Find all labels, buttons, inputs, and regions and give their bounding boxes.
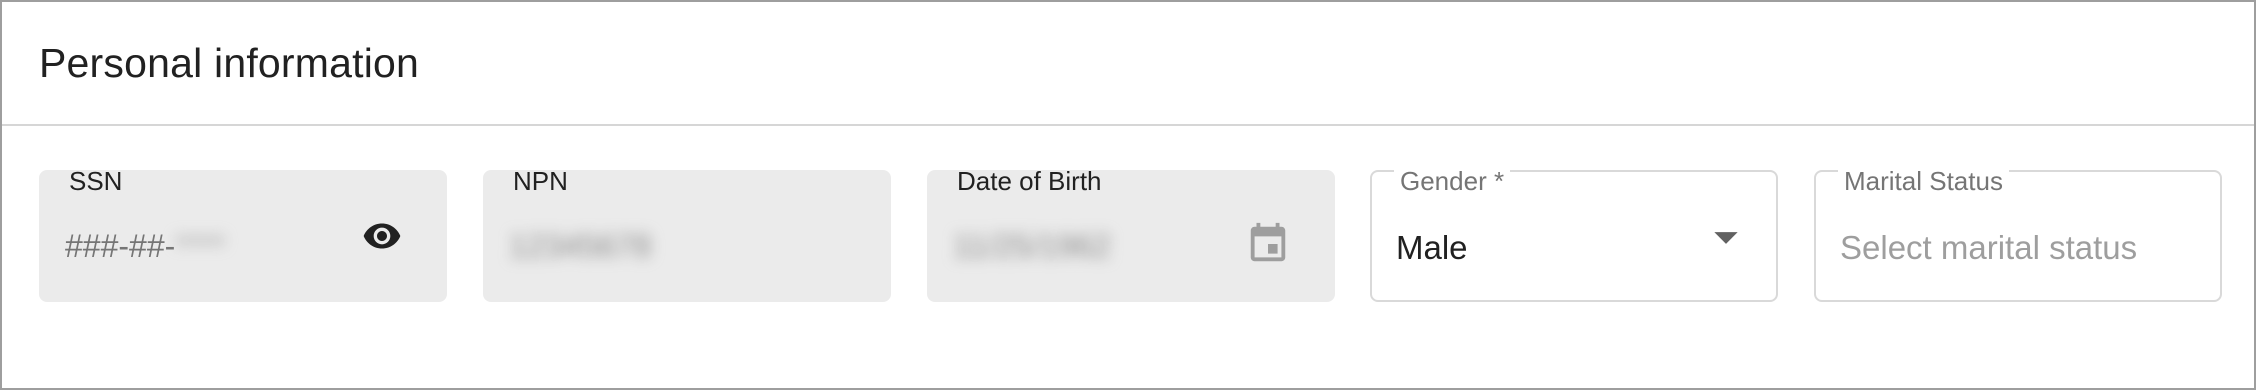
ssn-field[interactable]: SSN ###-##-**** xyxy=(39,166,447,302)
gender-select[interactable]: Gender * Male xyxy=(1370,164,1778,302)
ssn-mask-prefix: ###-##- xyxy=(65,228,176,264)
npn-field[interactable]: NPN 12345678 xyxy=(483,166,891,302)
section-title: Personal information xyxy=(39,40,420,86)
calendar-icon[interactable] xyxy=(1245,220,1291,268)
eye-icon[interactable] xyxy=(357,216,407,256)
card-header: Personal information xyxy=(2,2,2254,126)
npn-label: NPN xyxy=(513,166,568,196)
triangle-down-icon[interactable] xyxy=(1712,224,1740,252)
personal-information-card: Personal information SSN ###-##-**** NPN… xyxy=(0,0,2256,390)
gender-value: Male xyxy=(1396,229,1468,266)
ssn-masked-digits: **** xyxy=(175,228,226,264)
gender-label: Gender * xyxy=(1394,164,1511,198)
marital-status-label: Marital Status xyxy=(1838,164,2009,198)
date-of-birth-field[interactable]: Date of Birth 11/25/1962 xyxy=(927,166,1335,302)
npn-value: 12345678 xyxy=(509,228,652,264)
marital-status-select[interactable]: Marital Status Select marital status xyxy=(1814,164,2222,302)
marital-status-placeholder: Select marital status xyxy=(1840,229,2138,266)
date-of-birth-label: Date of Birth xyxy=(957,166,1102,196)
ssn-value: ###-##-**** xyxy=(65,226,225,266)
date-of-birth-value: 11/25/1962 xyxy=(953,228,1111,264)
ssn-label: SSN xyxy=(69,166,123,196)
